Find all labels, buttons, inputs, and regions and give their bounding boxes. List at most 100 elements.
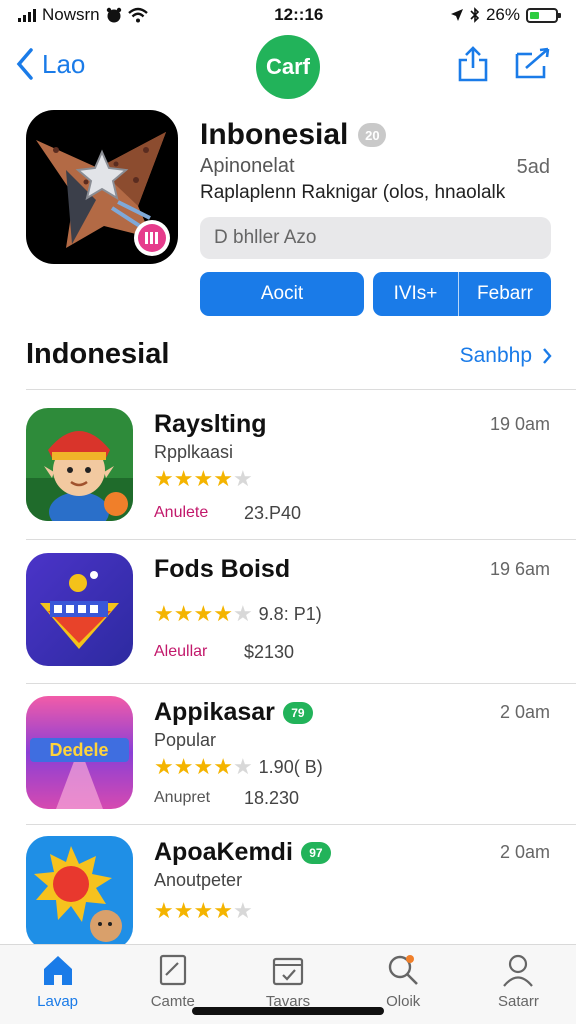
app-icon-board: [26, 553, 133, 666]
tab-label: Lavap: [37, 993, 79, 1010]
age-rating-badge: 20: [358, 123, 387, 147]
app-category: Anoutpeter: [154, 870, 243, 890]
get-button[interactable]: Aocit: [200, 272, 364, 316]
star-icon: ★: [213, 754, 233, 779]
star-rating: ★ ★ ★ ★ ★: [154, 466, 253, 492]
home-icon: [43, 956, 72, 985]
star-icon: ★: [213, 466, 233, 491]
list-item[interactable]: Dedele Appikasar 79 Popular 2 0am ★ ★ ★ ★ ★ …: [0, 696, 576, 836]
split-button-left[interactable]: IVIs+: [373, 272, 459, 316]
star-icon: ★: [173, 601, 194, 626]
featured-app-title: Inbonesial 20: [200, 118, 387, 152]
star-icon: ★: [154, 898, 174, 923]
star-icon: ★: [154, 466, 174, 491]
star-icon: ★: [213, 898, 233, 923]
featured-app-description: Raplaplenn Raknigar (olos, hnaolalk: [200, 182, 506, 203]
star-emblem-icon: [36, 132, 170, 256]
divider: [26, 824, 576, 825]
search-icon: [389, 955, 419, 985]
star-empty-icon: ★: [232, 754, 253, 779]
star-empty-icon: ★: [232, 601, 253, 626]
racing-logo-icon: Dedele: [49, 740, 108, 760]
featured-app-size: 5ad: [516, 156, 550, 178]
app-tag: Anupret: [154, 789, 211, 806]
calendar-icon: [272, 957, 304, 986]
chevron-right-icon: [543, 348, 552, 364]
app-icon-character: [26, 408, 133, 521]
verified-badge: 79: [282, 701, 313, 724]
featured-app-subtitle: Apinonelat: [200, 155, 295, 177]
app-category: Rpplkaasi: [154, 442, 234, 462]
bluetooth-icon: [470, 7, 480, 23]
app-time: 2 0am: [499, 702, 550, 722]
face-icon: [106, 7, 121, 23]
app-rating-count: 1.90( B): [258, 756, 323, 777]
star-rating: ★ ★ ★ ★ ★ 1.90( B): [154, 754, 323, 780]
compose-icon[interactable]: [514, 46, 552, 80]
star-rating: ★ ★ ★ ★ ★: [154, 898, 253, 924]
star-icon: ★: [173, 898, 194, 923]
app-name: Appikasar 79: [154, 698, 313, 727]
verified-badge: 97: [300, 841, 331, 864]
app-time: 19 0am: [489, 414, 550, 434]
app-tag: Aleullar: [154, 643, 208, 660]
battery-percent: 26%: [485, 5, 520, 24]
list-item[interactable]: Fods Boisd 19 6am ★ ★ ★ ★ ★ 9.8: P1) Aleulla…: [0, 553, 576, 693]
star-rating: ★ ★ ★ ★ ★ 9.8: P1): [154, 601, 322, 627]
app-name: ApoaKemdi 97: [154, 838, 331, 867]
star-icon: ★: [173, 466, 194, 491]
carrier-label: Nowsrn: [42, 5, 100, 24]
star-icon: ★: [173, 754, 194, 779]
featured-app-name: Inbonesial: [200, 118, 349, 151]
back-button[interactable]: Lao: [16, 48, 85, 80]
tab-account[interactable]: Satarr: [461, 945, 576, 1024]
star-empty-icon: ★: [232, 466, 253, 491]
star-icon: ★: [193, 601, 214, 626]
list-item[interactable]: ApoaKemdi 97 Anoutpeter 2 0am ★ ★ ★ ★ ★: [0, 836, 576, 944]
app-price: 18.230: [244, 788, 300, 808]
app-tag: Anulete: [154, 504, 209, 521]
person-icon: [503, 954, 534, 987]
nav-header: Lao Carf: [0, 30, 576, 102]
app-time: 2 0am: [499, 842, 550, 862]
app-name: Rayslting: [154, 410, 267, 438]
split-button-right[interactable]: Febarr: [459, 272, 551, 316]
signal-icon: [18, 8, 36, 22]
tab-label: Camte: [150, 993, 195, 1010]
app-name-label: ApoaKemdi: [154, 838, 293, 866]
app-name-label: Appikasar: [154, 698, 275, 726]
see-all-label: Sanbhp: [459, 344, 532, 367]
see-all-link[interactable]: Sanbhp: [460, 344, 552, 368]
app-price: 23.P40: [244, 503, 302, 523]
tab-home[interactable]: Lavap: [0, 945, 115, 1024]
app-rating-count: 9.8: P1): [258, 603, 322, 624]
tab-label: Satarr: [497, 993, 539, 1010]
app-price: $2130: [244, 642, 295, 662]
chevron-left-icon: [16, 48, 33, 80]
app-icon-sun: [26, 836, 133, 944]
document-icon: [159, 954, 186, 986]
back-label: Lao: [42, 48, 86, 79]
app-category: Popular: [154, 730, 217, 750]
star-icon: ★: [193, 466, 214, 491]
location-icon: [450, 9, 463, 21]
divider: [26, 539, 576, 540]
star-icon: ★: [193, 754, 214, 779]
star-icon: ★: [154, 601, 174, 626]
clock: 12::16: [274, 5, 324, 24]
star-empty-icon: ★: [232, 898, 253, 923]
tab-label: Oloik: [386, 993, 421, 1010]
star-icon: ★: [193, 898, 214, 923]
search-field[interactable]: D bhller Azo: [200, 217, 551, 259]
app-icon-racing: Dedele: [26, 696, 133, 809]
status-bar: Nowsrn 12::16 26%: [0, 0, 576, 30]
share-icon[interactable]: [456, 44, 490, 84]
app-store-logo: Carf: [256, 35, 320, 99]
star-icon: ★: [213, 601, 233, 626]
list-item[interactable]: Rayslting Rpplkaasi 19 0am ★ ★ ★ ★ ★ Anulete…: [0, 408, 576, 548]
wifi-icon: [127, 7, 148, 23]
star-icon: ★: [154, 754, 174, 779]
divider: [26, 389, 576, 390]
featured-app-icon[interactable]: [26, 110, 178, 264]
divider: [26, 683, 576, 684]
